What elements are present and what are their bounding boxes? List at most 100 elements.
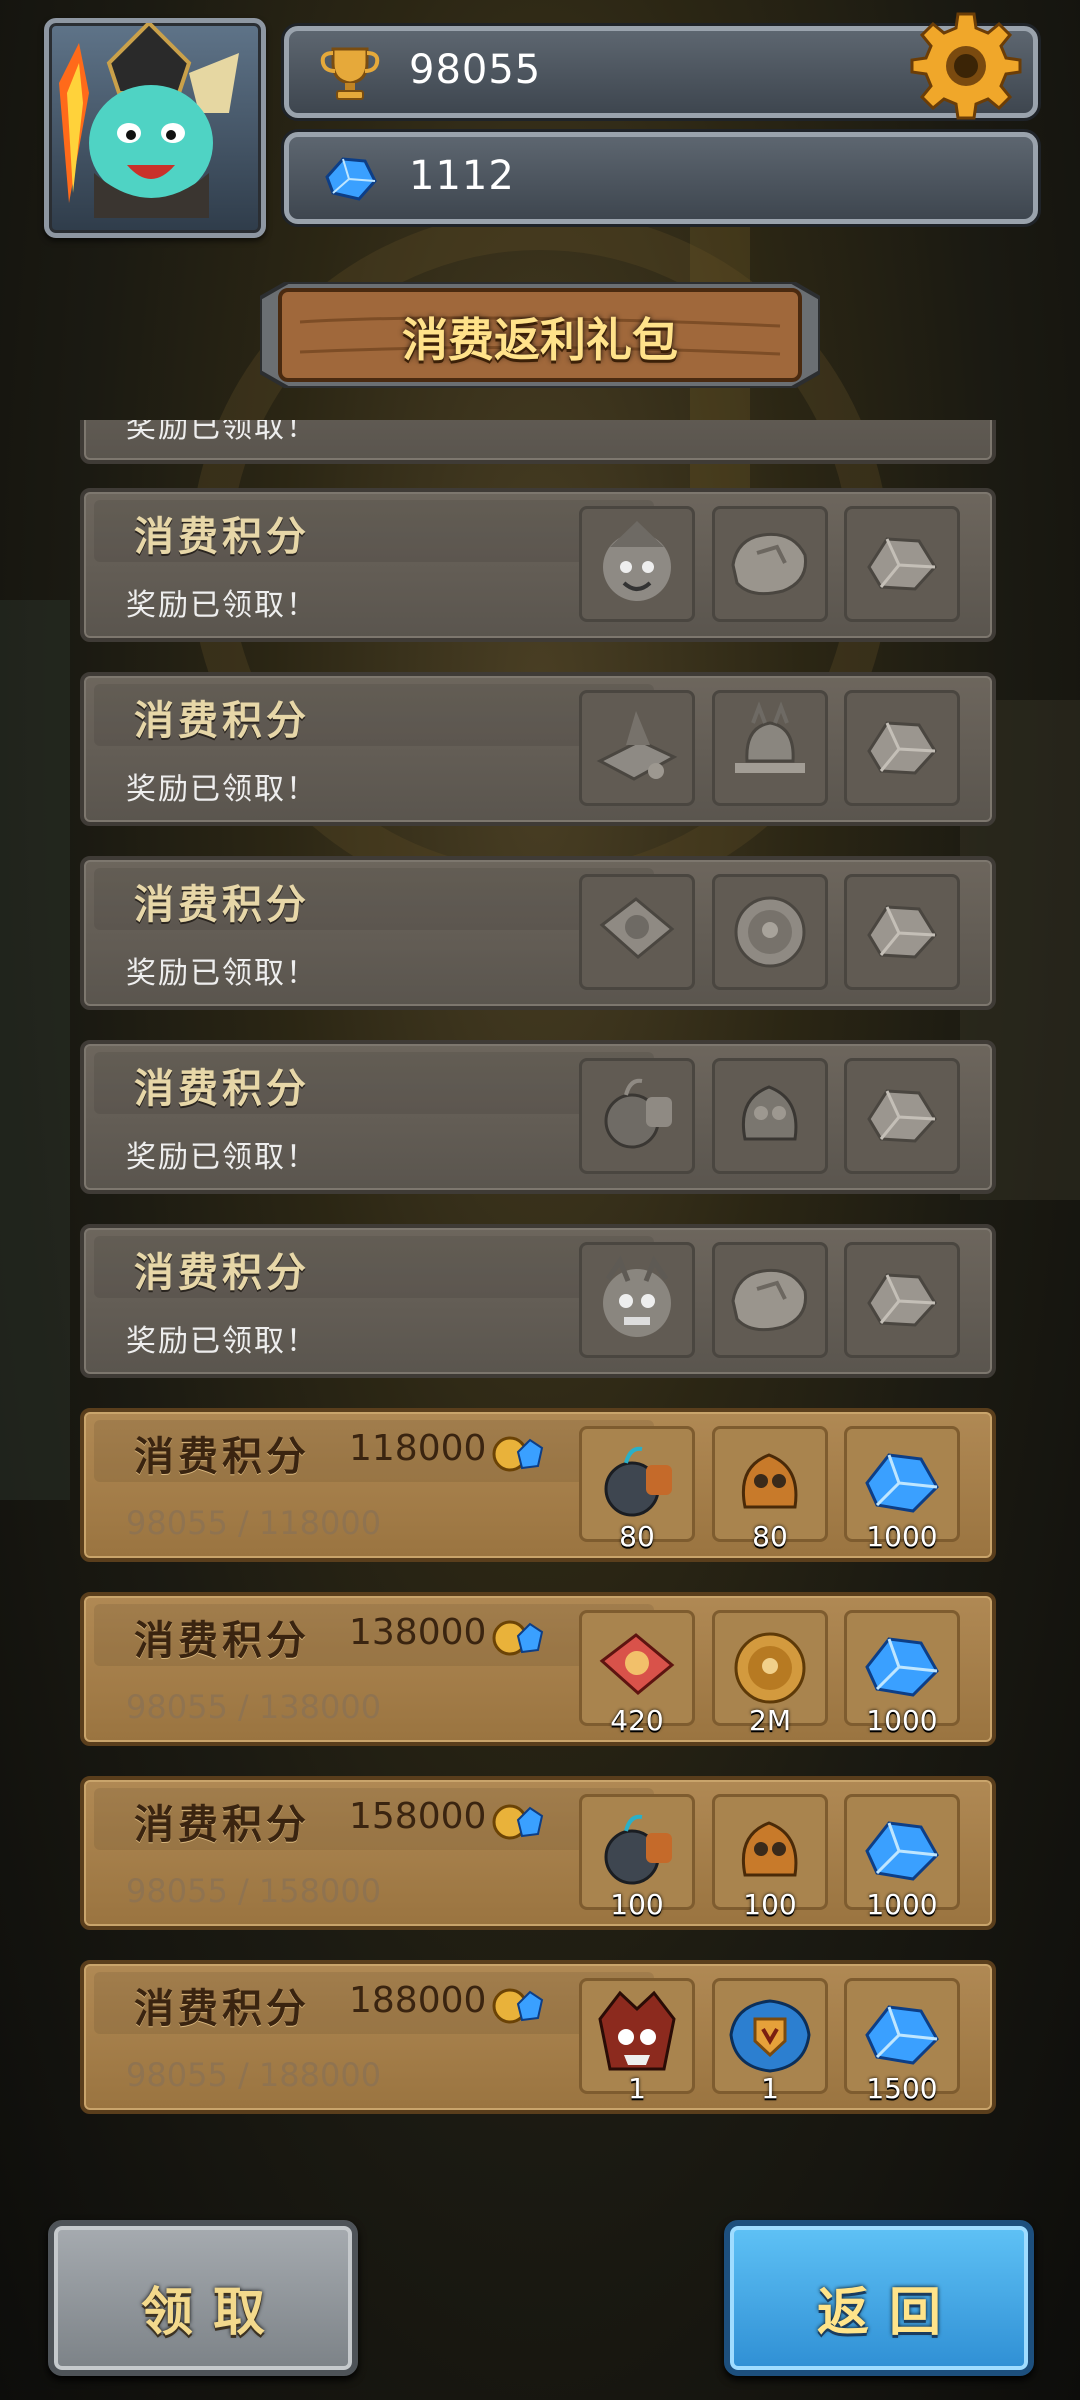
armor-pack-icon xyxy=(741,1453,798,1509)
reward-slot[interactable]: 80 xyxy=(579,1426,695,1553)
blue-gem-icon xyxy=(865,1453,939,1513)
reward-slot[interactable] xyxy=(712,1242,828,1358)
reward-slot[interactable] xyxy=(844,690,960,806)
stone-icon xyxy=(867,537,937,591)
row-progress: 98055 / 118000 xyxy=(126,1504,382,1542)
claim-label: 领取 xyxy=(140,2283,285,2343)
row-status: 奖励已领取！ xyxy=(126,1324,318,1359)
ore-chunk-icon xyxy=(731,1268,808,1332)
reward-qty: 1 xyxy=(761,2072,779,2105)
row-title: 消费积分 xyxy=(134,1066,310,1112)
demon-hero-icon xyxy=(598,1990,676,2071)
row-target: 118000 xyxy=(349,1428,487,1469)
row-progress: 98055 / 158000 xyxy=(126,1872,382,1910)
reward-qty: 1500 xyxy=(866,2072,938,2105)
reward-slot[interactable]: 1 xyxy=(579,1978,695,2105)
reward-slot[interactable]: 420 xyxy=(579,1610,695,1737)
reward-slot[interactable] xyxy=(844,1242,960,1358)
reward-slot[interactable]: 100 xyxy=(712,1794,828,1921)
point-coin-icon xyxy=(492,1804,544,1840)
reward-qty: 1000 xyxy=(866,1888,938,1921)
reward-slot[interactable] xyxy=(579,1058,695,1174)
spellbook-icon xyxy=(596,711,678,781)
row-target: 158000 xyxy=(349,1796,487,1837)
trophy-icon xyxy=(320,47,380,100)
badge-icon xyxy=(729,1999,811,2073)
reward-slot[interactable] xyxy=(712,874,828,990)
coin-icon xyxy=(734,896,806,968)
stone-icon xyxy=(867,1089,937,1143)
gear-icon[interactable] xyxy=(910,10,1022,122)
reward-slot[interactable] xyxy=(844,506,960,622)
reward-slot[interactable] xyxy=(579,690,695,806)
reward-slot[interactable] xyxy=(712,1058,828,1174)
stone-icon xyxy=(867,905,937,959)
reward-qty: 100 xyxy=(610,1888,664,1921)
reward-slot[interactable] xyxy=(844,874,960,990)
reward-slot[interactable]: 1500 xyxy=(844,1978,960,2105)
reward-slot[interactable]: 1000 xyxy=(844,1610,960,1737)
reward-qty: 80 xyxy=(619,1520,655,1553)
stone-icon xyxy=(867,1273,937,1327)
ore-chunk-icon xyxy=(731,532,808,596)
claim-button[interactable]: 领取 xyxy=(48,2220,358,2376)
row-status: 奖励已领取！ xyxy=(126,1140,318,1175)
row-status: 奖励已领取！ xyxy=(126,420,318,445)
row-target: 188000 xyxy=(349,1980,487,2021)
reward-slot[interactable]: 2M xyxy=(712,1610,828,1737)
reward-qty: 80 xyxy=(752,1520,788,1553)
row-title: 消费积分 xyxy=(134,1986,310,2032)
reward-qty: 1000 xyxy=(866,1704,938,1737)
reward-slot[interactable] xyxy=(579,1242,695,1358)
reward-row-claimed: 消费积分 奖励已领取！ xyxy=(80,1040,996,1194)
player-avatar[interactable] xyxy=(44,18,266,238)
row-title: 消费积分 xyxy=(134,698,310,744)
reward-slot[interactable]: 1000 xyxy=(844,1794,960,1921)
row-title: 消费积分 xyxy=(134,514,310,560)
reward-slot[interactable] xyxy=(712,506,828,622)
row-title: 消费积分 xyxy=(134,1250,310,1296)
point-coin-icon xyxy=(492,1988,544,2024)
banner-title: 消费返利礼包 xyxy=(402,313,678,367)
stone-icon xyxy=(867,721,937,775)
armor-pack-icon xyxy=(741,1085,798,1141)
reward-row-claimed: 消费积分 奖励已领取！ xyxy=(80,672,996,826)
row-progress: 98055 / 188000 xyxy=(126,2056,382,2094)
row-status: 奖励已领取！ xyxy=(126,772,318,807)
row-progress: 98055 / 138000 xyxy=(126,1688,382,1726)
reward-slot[interactable] xyxy=(712,690,828,806)
blue-gem-icon xyxy=(865,1637,939,1697)
bomb-icon xyxy=(604,1078,672,1149)
reward-slot[interactable]: 80 xyxy=(712,1426,828,1553)
reward-row-claimed: 消费积分 奖励已领取！ xyxy=(80,1224,996,1378)
reward-slot[interactable] xyxy=(579,506,695,622)
reward-qty: 2M xyxy=(749,1704,791,1737)
gem-bar: 1112 xyxy=(284,132,1038,224)
reward-qty: 1 xyxy=(628,2072,646,2105)
back-label: 返回 xyxy=(816,2283,961,2343)
coin-icon xyxy=(734,1632,806,1704)
reward-qty: 100 xyxy=(743,1888,797,1921)
blue-gem-icon xyxy=(865,1821,939,1881)
back-button[interactable]: 返回 xyxy=(724,2220,1034,2376)
bomb-icon xyxy=(604,1446,672,1517)
card-icon xyxy=(599,897,675,959)
row-status: 奖励已领取！ xyxy=(126,956,318,991)
reward-slot[interactable] xyxy=(844,1058,960,1174)
point-coin-icon xyxy=(492,1620,544,1656)
armor-pack-icon xyxy=(741,1821,798,1877)
row-title: 消费积分 xyxy=(134,882,310,928)
reward-row-partial: 奖励已领取！ xyxy=(80,420,996,464)
reward-slot[interactable]: 100 xyxy=(579,1794,695,1921)
hero-avatar-icon xyxy=(59,20,239,218)
reward-row-active: 消费积分 188000 98055 / 188000 1 1 1500 xyxy=(80,1960,996,2114)
reward-slot[interactable]: 1 xyxy=(712,1978,828,2105)
point-coin-icon xyxy=(492,1436,544,1472)
reward-list[interactable]: 奖励已领取！ 消费积分 奖励已领取！ 消费积分 奖励已领取！ 消费积分 奖励已领… xyxy=(80,420,1000,2140)
reward-slot[interactable]: 1000 xyxy=(844,1426,960,1553)
reward-row-claimed: 消费积分 奖励已领取！ xyxy=(80,488,996,642)
trophy-value: 98055 xyxy=(409,47,542,93)
reward-slot[interactable] xyxy=(579,874,695,990)
reward-row-claimed: 消费积分 奖励已领取！ xyxy=(80,856,996,1010)
title-banner: 消费返利礼包 xyxy=(260,282,820,388)
